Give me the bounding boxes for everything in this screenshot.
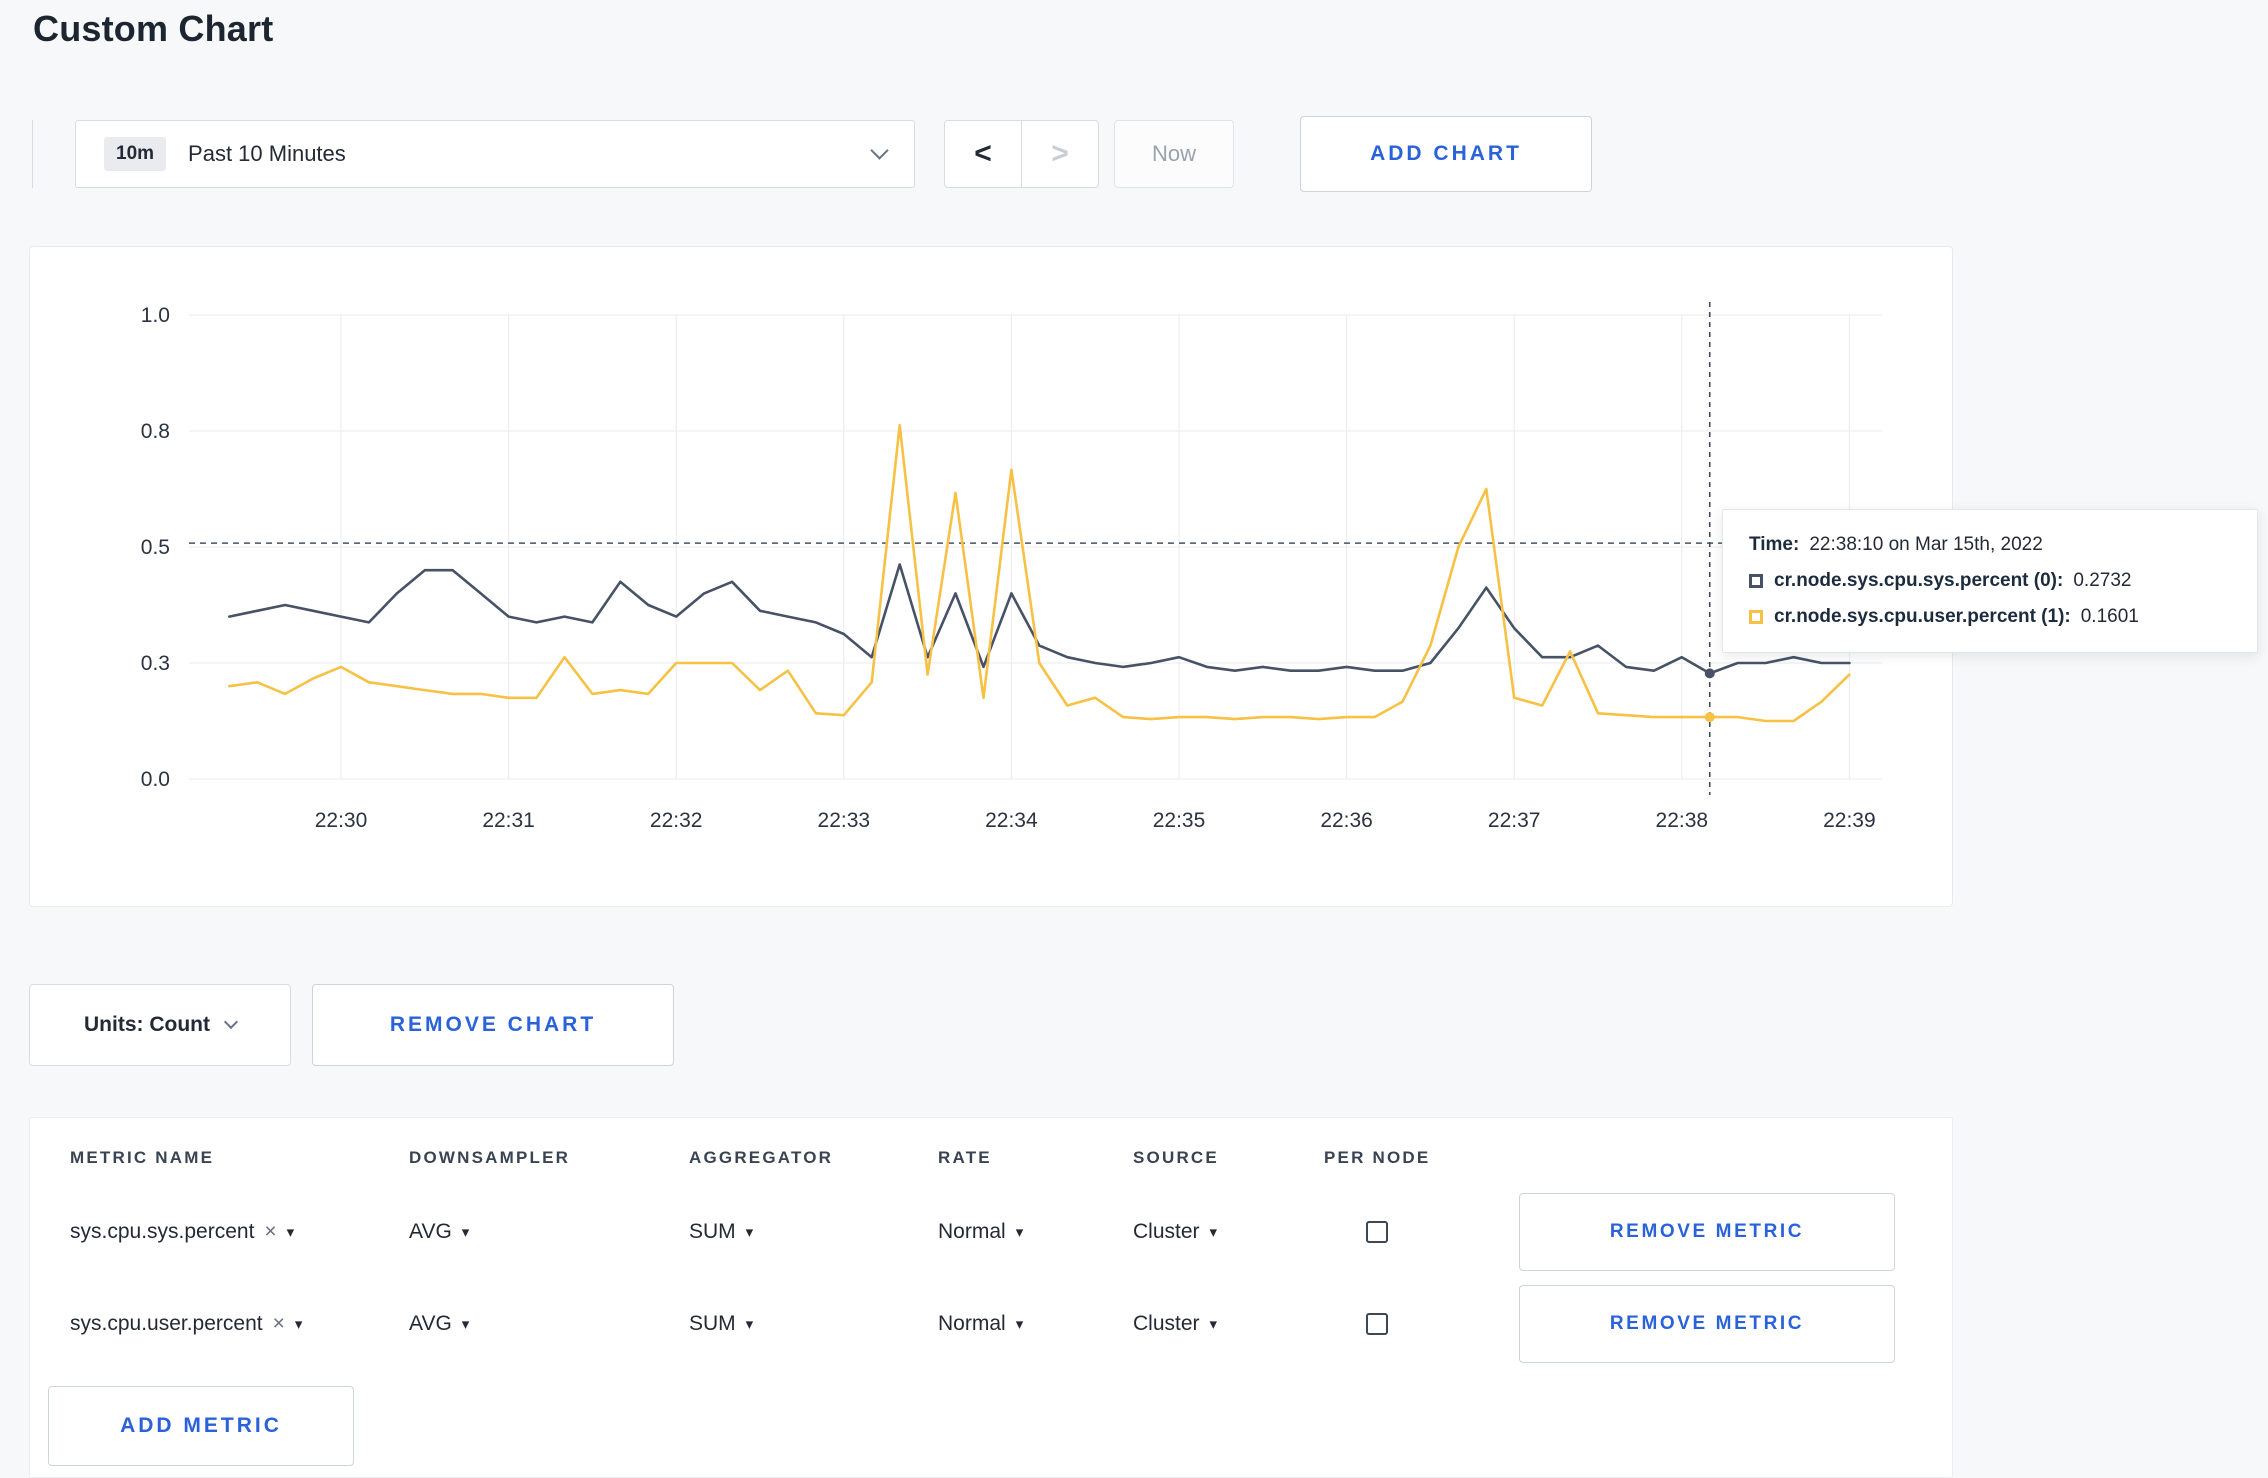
per-node-checkbox[interactable] xyxy=(1366,1313,1388,1335)
source-value: Cluster xyxy=(1133,1312,1200,1335)
tooltip-series2-row: cr.node.sys.cpu.user.percent (1): 0.1601 xyxy=(1749,606,2231,628)
units-label: Units: Count xyxy=(84,1013,210,1036)
svg-text:0.5: 0.5 xyxy=(141,536,170,559)
caret-down-icon: ▾ xyxy=(1209,1316,1218,1333)
caret-down-icon[interactable]: ▾ xyxy=(295,1315,303,1333)
caret-down-icon: ▾ xyxy=(745,1316,754,1333)
caret-down-icon: ▾ xyxy=(745,1224,754,1241)
now-button[interactable]: Now xyxy=(1114,120,1234,188)
per-node-cell xyxy=(1324,1221,1519,1243)
user-series-swatch-icon xyxy=(1749,610,1763,624)
caret-down-icon: ▾ xyxy=(1015,1224,1024,1241)
metrics-table-header: METRIC NAME DOWNSAMPLER AGGREGATOR RATE … xyxy=(30,1118,1952,1186)
rate-value: Normal xyxy=(938,1312,1006,1335)
header-per-node: PER NODE xyxy=(1324,1148,1431,1167)
source-select[interactable]: Cluster ▾ xyxy=(1133,1220,1324,1244)
add-metric-button[interactable]: ADD METRIC xyxy=(48,1386,354,1466)
tooltip-series1-value: 0.2732 xyxy=(2073,570,2132,591)
time-range-badge: 10m xyxy=(104,137,167,171)
svg-text:22:35: 22:35 xyxy=(1153,809,1206,832)
svg-text:0.0: 0.0 xyxy=(141,768,170,791)
aggregator-value: SUM xyxy=(689,1312,736,1335)
aggregator-select[interactable]: SUM ▾ xyxy=(689,1312,938,1336)
tooltip-time-row: Time: 22:38:10 on Mar 15th, 2022 xyxy=(1749,534,2231,556)
caret-down-icon: ▾ xyxy=(461,1224,470,1241)
caret-down-icon: ▾ xyxy=(461,1316,470,1333)
tooltip-series1-row: cr.node.sys.cpu.sys.percent (0): 0.2732 xyxy=(1749,570,2231,592)
downsampler-value: AVG xyxy=(409,1312,452,1335)
remove-metric-button[interactable]: REMOVE METRIC xyxy=(1519,1285,1895,1363)
source-select[interactable]: Cluster ▾ xyxy=(1133,1312,1324,1336)
chevron-right-icon: > xyxy=(1051,137,1069,170)
time-nav-group: < > xyxy=(944,120,1099,188)
tooltip-series2-value: 0.1601 xyxy=(2080,606,2139,627)
svg-text:22:32: 22:32 xyxy=(650,809,703,832)
source-value: Cluster xyxy=(1133,1220,1200,1243)
chart-svg[interactable]: 0.0 0.3 0.5 0.8 1.0 22:30 22:31 22:32 22:33 22:34… xyxy=(30,247,1952,906)
header-downsampler: DOWNSAMPLER xyxy=(409,1148,571,1167)
metric-name-label: sys.cpu.user.percent xyxy=(70,1312,263,1335)
actions-cell: REMOVE METRIC xyxy=(1519,1193,1952,1271)
svg-text:22:34: 22:34 xyxy=(985,809,1038,832)
tooltip-series2-label: cr.node.sys.cpu.user.percent (1): xyxy=(1774,606,2071,627)
caret-down-icon: ▾ xyxy=(1015,1316,1024,1333)
caret-down-icon[interactable]: ▾ xyxy=(287,1223,295,1241)
header-source: SOURCE xyxy=(1133,1148,1219,1167)
svg-text:0.8: 0.8 xyxy=(141,420,170,443)
rate-select[interactable]: Normal ▾ xyxy=(938,1220,1133,1244)
add-chart-button[interactable]: ADD CHART xyxy=(1300,116,1592,192)
metric-name-select[interactable]: sys.cpu.sys.percent × ▾ xyxy=(30,1220,409,1244)
sys-series-swatch-icon xyxy=(1749,574,1763,588)
tooltip-series1-label: cr.node.sys.cpu.sys.percent (0): xyxy=(1774,570,2064,591)
close-icon[interactable]: × xyxy=(264,1220,276,1244)
remove-metric-button[interactable]: REMOVE METRIC xyxy=(1519,1193,1895,1271)
downsampler-select[interactable]: AVG ▾ xyxy=(409,1312,689,1336)
aggregator-value: SUM xyxy=(689,1220,736,1243)
svg-text:0.3: 0.3 xyxy=(141,652,170,675)
svg-text:22:37: 22:37 xyxy=(1488,809,1541,832)
header-rate: RATE xyxy=(938,1148,992,1167)
downsampler-select[interactable]: AVG ▾ xyxy=(409,1220,689,1244)
caret-down-icon: ▾ xyxy=(1209,1224,1218,1241)
svg-text:1.0: 1.0 xyxy=(141,304,170,327)
next-range-button[interactable]: > xyxy=(1021,120,1099,188)
prev-range-button[interactable]: < xyxy=(944,120,1022,188)
metric-name-select[interactable]: sys.cpu.user.percent × ▾ xyxy=(30,1312,409,1336)
header-aggregator: AGGREGATOR xyxy=(689,1148,834,1167)
per-node-cell xyxy=(1324,1313,1519,1335)
table-row: sys.cpu.sys.percent × ▾ AVG ▾ SUM ▾ Norm… xyxy=(30,1186,1952,1278)
svg-text:22:30: 22:30 xyxy=(315,809,368,832)
aggregator-select[interactable]: SUM ▾ xyxy=(689,1220,938,1244)
chevron-down-icon xyxy=(223,1014,239,1030)
remove-chart-button[interactable]: REMOVE CHART xyxy=(312,984,674,1066)
svg-text:22:31: 22:31 xyxy=(482,809,535,832)
table-row: sys.cpu.user.percent × ▾ AVG ▾ SUM ▾ Nor… xyxy=(30,1278,1952,1370)
svg-text:22:38: 22:38 xyxy=(1656,809,1709,832)
units-select[interactable]: Units: Count xyxy=(29,984,291,1066)
page-title: Custom Chart xyxy=(33,8,274,49)
svg-text:22:33: 22:33 xyxy=(818,809,871,832)
toolbar-left-divider xyxy=(32,120,33,188)
svg-text:22:36: 22:36 xyxy=(1320,809,1373,832)
close-icon[interactable]: × xyxy=(273,1312,285,1336)
chart-tooltip: Time: 22:38:10 on Mar 15th, 2022 cr.node… xyxy=(1722,509,2258,653)
rate-value: Normal xyxy=(938,1220,1006,1243)
rate-select[interactable]: Normal ▾ xyxy=(938,1312,1133,1336)
time-range-select[interactable]: 10m Past 10 Minutes xyxy=(75,120,915,188)
downsampler-value: AVG xyxy=(409,1220,452,1243)
tooltip-time-value: 22:38:10 on Mar 15th, 2022 xyxy=(1809,534,2043,555)
chevron-left-icon: < xyxy=(974,137,992,170)
svg-text:22:39: 22:39 xyxy=(1823,809,1876,832)
tooltip-time-label: Time: xyxy=(1749,534,1800,555)
header-metric-name: METRIC NAME xyxy=(70,1148,215,1167)
chevron-down-icon xyxy=(870,141,889,160)
actions-cell: REMOVE METRIC xyxy=(1519,1285,1952,1363)
per-node-checkbox[interactable] xyxy=(1366,1221,1388,1243)
chart-card: 0.0 0.3 0.5 0.8 1.0 22:30 22:31 22:32 22:33 22:34… xyxy=(29,246,1953,907)
time-range-label: Past 10 Minutes xyxy=(188,141,346,166)
metric-name-label: sys.cpu.sys.percent xyxy=(70,1220,255,1243)
